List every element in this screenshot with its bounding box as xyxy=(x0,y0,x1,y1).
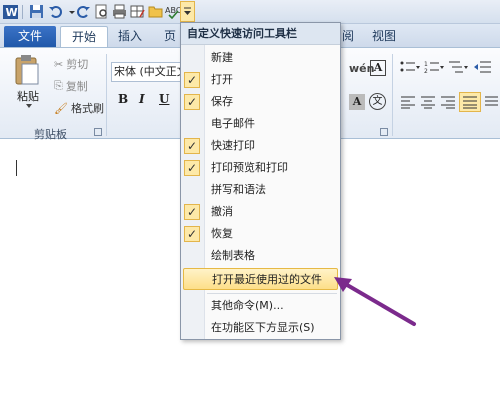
menu-item-save[interactable]: ✓ 保存 xyxy=(181,91,340,113)
tab-review[interactable]: 阅 xyxy=(338,26,358,48)
align-right-icon[interactable] xyxy=(440,95,456,112)
menu-item-open[interactable]: ✓ 打开 xyxy=(181,69,340,91)
tab-insert[interactable]: 插入 xyxy=(112,26,148,48)
tab-file[interactable]: 文件 xyxy=(4,26,56,48)
checkmark-icon: ✓ xyxy=(184,226,200,242)
menu-title: 自定义快速访问工具栏 xyxy=(181,23,340,45)
menu-item-email[interactable]: 电子邮件 xyxy=(181,113,340,135)
divider xyxy=(22,5,23,19)
char-shading-button[interactable]: A xyxy=(349,94,365,110)
text-cursor xyxy=(16,160,17,176)
align-center-icon[interactable] xyxy=(420,95,436,112)
bold-button[interactable]: B xyxy=(118,92,128,106)
svg-text:ABC: ABC xyxy=(165,6,180,15)
undo-icon[interactable] xyxy=(47,3,64,20)
font-name-combo[interactable]: 宋体 (中文正文 xyxy=(111,62,181,82)
customize-qat-button[interactable] xyxy=(180,1,195,22)
checkmark-icon: ✓ xyxy=(184,204,200,220)
annotation-arrow-icon xyxy=(334,277,416,326)
paste-icon[interactable] xyxy=(14,54,40,89)
menu-item-spelling[interactable]: 拼写和语法 xyxy=(181,179,340,201)
align-left-icon[interactable] xyxy=(400,95,416,112)
scissors-icon: ✂ xyxy=(54,57,64,71)
menu-item-quick-print[interactable]: ✓ 快速打印 xyxy=(181,135,340,157)
menu-item-redo[interactable]: ✓ 恢复 xyxy=(181,223,340,245)
paste-dropdown-icon[interactable] xyxy=(26,104,32,108)
enclose-char-button[interactable]: 文 xyxy=(369,93,386,110)
checkmark-icon: ✓ xyxy=(184,138,200,154)
tab-home[interactable]: 开始 xyxy=(60,26,108,48)
clipboard-launcher-icon[interactable] xyxy=(94,128,102,136)
menu-item-undo[interactable]: ✓ 撤消 xyxy=(181,201,340,223)
brush-icon: 🖌 xyxy=(54,101,68,115)
open-folder-icon[interactable] xyxy=(147,3,164,20)
paste-button[interactable]: 粘贴 xyxy=(17,88,39,104)
numbering-icon[interactable]: 12 xyxy=(424,60,444,77)
tab-view[interactable]: 视图 xyxy=(366,26,402,48)
multilevel-list-icon[interactable] xyxy=(448,60,468,77)
divider xyxy=(392,54,393,136)
svg-text:1: 1 xyxy=(424,61,428,68)
checkmark-icon: ✓ xyxy=(184,72,200,88)
draw-table-icon[interactable] xyxy=(129,3,146,20)
menu-item-show-below-ribbon[interactable]: 在功能区下方显示(S) xyxy=(181,317,340,339)
checkmark-icon: ✓ xyxy=(184,94,200,110)
justify-icon xyxy=(463,96,477,109)
quick-print-icon[interactable] xyxy=(111,3,128,20)
print-preview-icon[interactable] xyxy=(93,3,110,20)
svg-text:W: W xyxy=(5,6,17,19)
svg-text:2: 2 xyxy=(424,68,428,74)
divider xyxy=(106,54,107,136)
customize-qat-menu: 自定义快速访问工具栏 新建 ✓ 打开 ✓ 保存 电子邮件 ✓ 快速打印 ✓ 打印… xyxy=(180,22,341,340)
char-border-button[interactable]: A xyxy=(370,60,386,76)
quick-access-toolbar: W ABC xyxy=(0,0,500,24)
redo-icon[interactable] xyxy=(75,3,92,20)
menu-item-recent-files[interactable]: 打开最近使用过的文件 xyxy=(183,268,338,290)
justify-button[interactable] xyxy=(459,92,481,112)
checkmark-icon: ✓ xyxy=(184,160,200,176)
menu-item-print-preview[interactable]: ✓ 打印预览和打印 xyxy=(181,157,340,179)
menu-divider xyxy=(207,293,337,294)
tab-page-layout[interactable]: 页 xyxy=(160,26,180,48)
menu-item-new[interactable]: 新建 xyxy=(181,47,340,69)
cut-button[interactable]: ✂ 剪切 xyxy=(54,56,88,72)
font-launcher-icon[interactable] xyxy=(380,128,388,136)
menu-item-draw-table[interactable]: 绘制表格 xyxy=(181,245,340,267)
italic-button[interactable]: I xyxy=(139,92,145,106)
menu-item-more-commands[interactable]: 其他命令(M)... xyxy=(181,295,340,317)
format-painter-button[interactable]: 🖌 格式刷 xyxy=(54,100,104,116)
save-icon[interactable] xyxy=(28,3,45,20)
spelling-icon[interactable]: ABC xyxy=(164,3,181,20)
underline-button[interactable]: U xyxy=(159,92,169,106)
bullets-icon[interactable] xyxy=(400,60,420,77)
distributed-icon[interactable] xyxy=(484,95,498,112)
decrease-indent-icon[interactable] xyxy=(474,60,492,77)
copy-icon: ⎘ xyxy=(54,79,63,92)
copy-button[interactable]: ⎘ 复制 xyxy=(54,78,88,94)
word-logo-icon[interactable]: W xyxy=(2,3,19,20)
